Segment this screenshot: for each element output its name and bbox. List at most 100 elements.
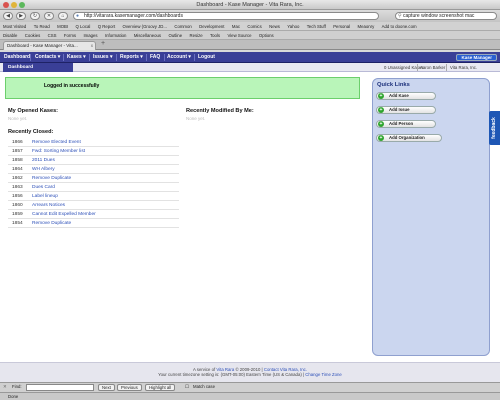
devbar-item[interactable]: Options xyxy=(256,31,277,39)
kase-number: 1863 xyxy=(12,185,23,190)
kase-number: 1864 xyxy=(12,167,23,172)
kase-link[interactable]: Remove Elected Event xyxy=(32,138,81,147)
bookmark-item[interactable]: Meaonry xyxy=(355,22,378,30)
subnav-divider xyxy=(417,64,418,71)
search-field[interactable]: ⚲ capture window screenshot mac xyxy=(395,12,497,20)
bookmark-item[interactable]: Most Visited xyxy=(0,22,29,30)
match-case-checkbox[interactable]: ☐ xyxy=(185,384,189,391)
nav-contacts[interactable]: Contacts ▾ xyxy=(35,52,60,63)
navigation-toolbar: ◀ ▶ ↻ ✕ ⌂ ● http://vitarara.kasemanager.… xyxy=(0,10,500,22)
nav-logout[interactable]: Logout xyxy=(198,52,215,63)
devbar-item[interactable]: Outline xyxy=(165,31,185,39)
tab-dashboard[interactable]: Dashboard - Kase Manager - Vita... x xyxy=(3,41,96,50)
highlight-all-button[interactable]: Highlight all xyxy=(145,384,176,391)
find-close-icon[interactable]: ✕ xyxy=(3,384,7,391)
devbar-item[interactable]: Disable xyxy=(0,31,20,39)
bookmark-item[interactable]: Tech Stuff xyxy=(304,22,329,30)
bookmark-item[interactable]: Add to doone.com xyxy=(379,22,420,30)
bookmark-item[interactable]: Development xyxy=(196,22,227,30)
bookmark-item[interactable]: To Read xyxy=(31,22,53,30)
tab-close-icon[interactable]: x xyxy=(91,42,93,50)
recently-modified-empty: None yet. xyxy=(186,116,206,121)
add-issue-label: Add Issue xyxy=(389,107,410,112)
back-button[interactable]: ◀ xyxy=(3,12,13,20)
flash-notice: Logged in successfully xyxy=(5,77,360,99)
home-button[interactable]: ⌂ xyxy=(58,12,68,20)
bookmarks-bar: Most Visited To Read MOBI Q Local Q Repo… xyxy=(0,22,500,31)
kase-link[interactable]: Remove Duplicate xyxy=(32,174,71,183)
bookmark-item[interactable]: Yahoo xyxy=(284,22,302,30)
list-item: 1863 Dues Card xyxy=(8,183,179,192)
devbar-item[interactable]: CSS xyxy=(45,31,60,39)
nav-divider xyxy=(146,54,147,61)
find-next-button[interactable]: Next xyxy=(98,384,115,391)
devbar-item[interactable]: Miscellaneous xyxy=(131,31,164,39)
page-footer: A service of Vita Rara © 2009-2010 | Con… xyxy=(0,362,500,382)
forward-button[interactable]: ▶ xyxy=(16,12,26,20)
nav-divider xyxy=(164,54,165,61)
bookmark-item[interactable]: Comics xyxy=(244,22,264,30)
window-title: Dashboard - Kase Manager - Vita Rara, In… xyxy=(196,2,304,8)
page-content: Logged in successfully My Opened Kases: … xyxy=(0,72,500,362)
reload-button[interactable]: ↻ xyxy=(30,12,40,20)
brand-badge[interactable]: Kase Manager xyxy=(456,54,497,61)
nav-issues[interactable]: Issues ▾ xyxy=(93,52,112,63)
bookmark-item[interactable]: Common xyxy=(171,22,194,30)
bookmark-item[interactable]: Personal xyxy=(330,22,353,30)
kase-number: 1859 xyxy=(12,212,23,217)
current-user-link[interactable]: Aaron Barker xyxy=(420,63,445,72)
add-organization-label: Add Organization xyxy=(389,135,425,140)
devbar-item[interactable]: View Source xyxy=(224,31,254,39)
kase-link[interactable]: Label lineup xyxy=(32,192,58,201)
organization-link[interactable]: Vita Rara, Inc. xyxy=(450,63,477,72)
bookmark-item[interactable]: Mac xyxy=(229,22,243,30)
nav-kases[interactable]: Kases ▾ xyxy=(67,52,86,63)
kase-link[interactable]: Arrears Notices xyxy=(32,201,65,210)
quick-links-title: Quick Links xyxy=(377,82,410,88)
kase-link[interactable]: Dues Card xyxy=(32,183,55,192)
change-timezone-link[interactable]: Change Time Zone xyxy=(305,372,342,377)
kase-link[interactable]: Fwd: Sorting Member list xyxy=(32,147,85,156)
kase-link[interactable]: 2011 Dues xyxy=(32,156,55,165)
bookmark-item[interactable]: Q Report xyxy=(95,22,118,30)
nav-account[interactable]: Account ▾ xyxy=(167,52,191,63)
kase-link[interactable]: Remove Duplicate xyxy=(32,219,71,228)
kase-link[interactable]: WH Albery xyxy=(32,165,55,174)
list-item: 1857 Fwd: Sorting Member list xyxy=(8,147,179,156)
add-organization-button[interactable]: + Add Organization xyxy=(376,134,442,142)
kase-number: 1857 xyxy=(12,149,23,154)
nav-divider xyxy=(89,54,90,61)
bookmark-item[interactable]: MOBI xyxy=(54,22,71,30)
add-issue-button[interactable]: + Add Issue xyxy=(376,106,436,114)
subnav-dashboard-tab[interactable]: Dashboard xyxy=(3,63,73,72)
site-icon: ● xyxy=(76,13,80,19)
add-kase-button[interactable]: + Add Kase xyxy=(376,92,436,100)
kase-number: 1866 xyxy=(12,140,23,145)
match-case-label: Match case xyxy=(193,384,215,389)
devbar-item[interactable]: Tools xyxy=(207,31,223,39)
bookmark-item[interactable]: Q Local xyxy=(73,22,94,30)
add-person-button[interactable]: + Add Person xyxy=(376,120,436,128)
stop-button[interactable]: ✕ xyxy=(44,12,54,20)
nav-faq[interactable]: FAQ xyxy=(150,52,160,63)
find-input[interactable] xyxy=(26,384,94,391)
nav-dashboard[interactable]: Dashboard xyxy=(4,52,30,63)
devbar-item[interactable]: Resize xyxy=(186,31,205,39)
address-bar[interactable]: ● http://vitarara.kasemanager.com/dashbo… xyxy=(73,12,379,20)
devbar-item[interactable]: Information xyxy=(102,31,130,39)
kase-link[interactable]: Cannot Edit Expelled Member xyxy=(32,210,96,219)
feedback-tab[interactable]: feedback xyxy=(489,111,500,145)
new-tab-button[interactable]: + xyxy=(101,40,105,47)
my-opened-kases-empty: None yet. xyxy=(8,116,28,121)
list-item: 1859 Cannot Edit Expelled Member xyxy=(8,210,179,219)
list-item: 1860 Arrears Notices xyxy=(8,201,179,210)
bookmark-item[interactable]: News xyxy=(266,22,283,30)
find-previous-button[interactable]: Previous xyxy=(117,384,142,391)
bookmark-item[interactable]: Overview (Groovy JD... xyxy=(120,22,170,30)
devbar-item[interactable]: Images xyxy=(80,31,100,39)
devbar-item[interactable]: Forms xyxy=(61,31,79,39)
devbar-item[interactable]: Cookies xyxy=(22,31,44,39)
nav-reports[interactable]: Reports ▾ xyxy=(120,52,143,63)
tab-strip: Dashboard - Kase Manager - Vita... x + xyxy=(0,40,500,50)
app-navigation: Dashboard Contacts ▾ Kases ▾ Issues ▾ Re… xyxy=(0,52,500,63)
